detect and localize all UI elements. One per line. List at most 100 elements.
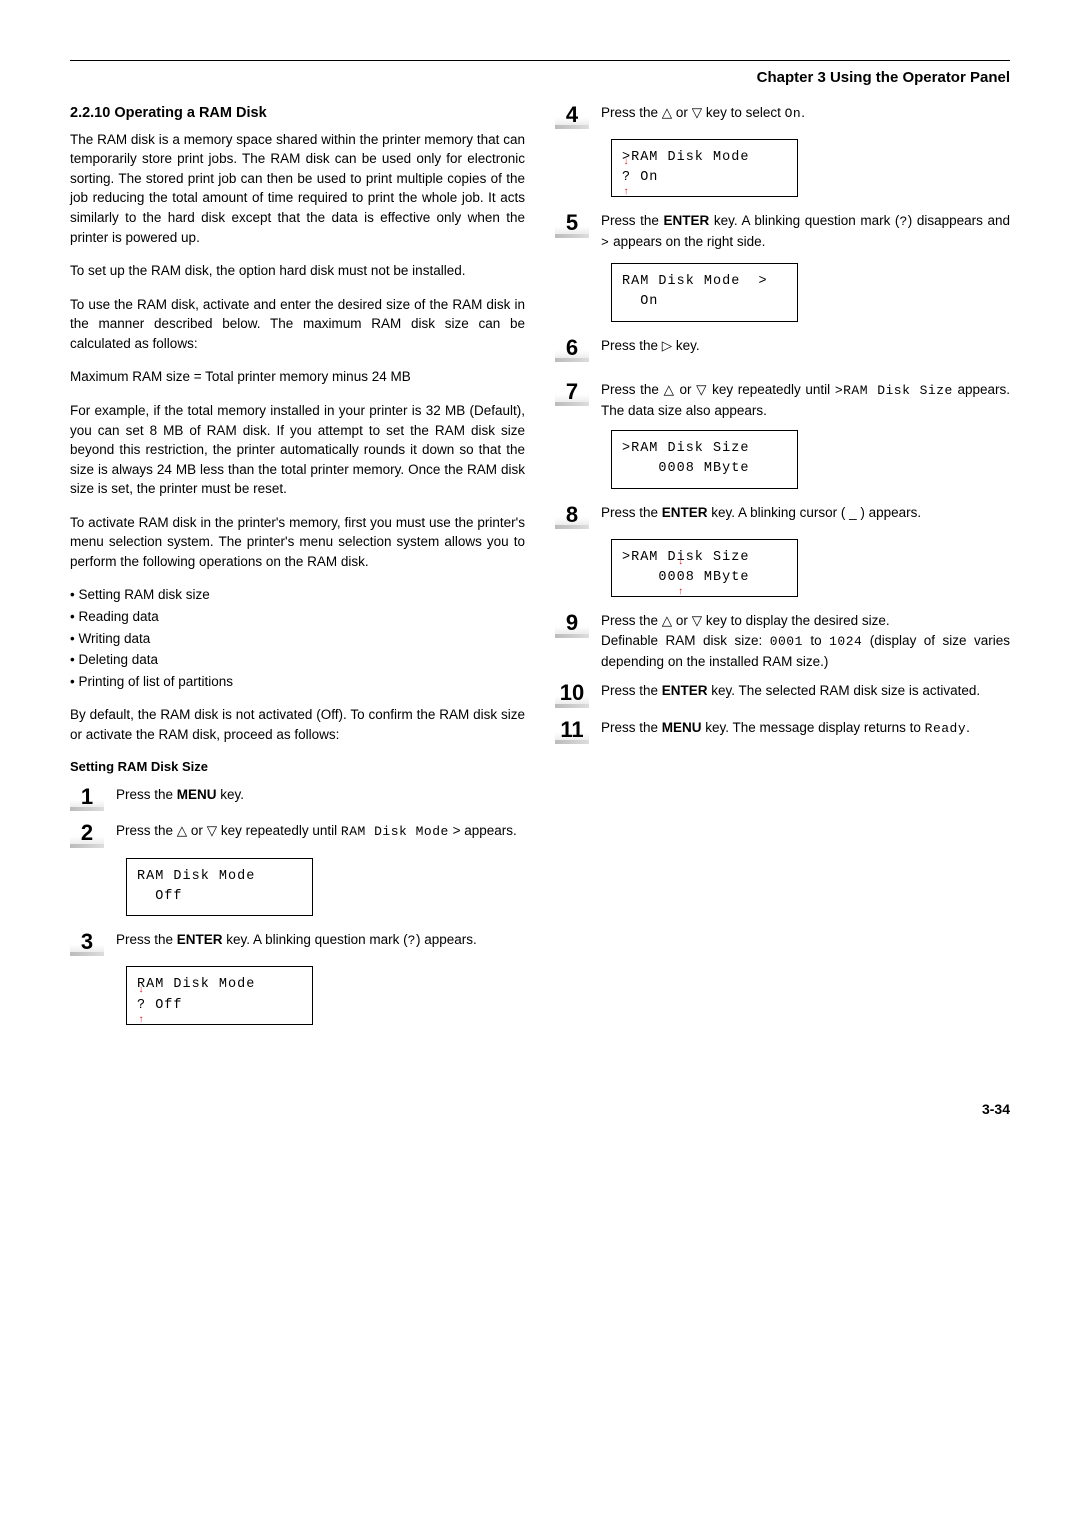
step-text: Press the △ or ▽ key to display the desi… <box>601 611 1010 671</box>
step-11: 11 Press the MENU key. The message displ… <box>555 718 1010 744</box>
para-1: The RAM disk is a memory space shared wi… <box>70 130 525 247</box>
t: key repeatedly until <box>217 823 341 838</box>
t: Press the <box>601 683 662 698</box>
step-text: Press the △ or ▽ key repeatedly until >R… <box>601 380 1010 420</box>
left-column: 2.2.10 Operating a RAM Disk The RAM disk… <box>70 103 525 1039</box>
lcd-display: >RAM Disk Mode ↓?↑ On <box>611 139 798 198</box>
right-column: 4 Press the △ or ▽ key to select On. >RA… <box>555 103 1010 1039</box>
down-triangle-icon: ▽ <box>692 105 702 120</box>
lcd-display: >RAM Disk Size 0008 MByte <box>611 430 798 489</box>
t: key repeatedly until <box>707 382 834 397</box>
step-text: Press the MENU key. The message display … <box>601 718 1010 739</box>
mono: On <box>785 106 802 121</box>
step-text: Press the ▷ key. <box>601 336 1010 356</box>
step-number: 6 <box>555 336 589 362</box>
blink-cursor: ↓?↑ <box>137 996 146 1016</box>
bullet-item: Reading data <box>70 607 525 627</box>
blink-arrow-icon: ↓ <box>138 986 145 996</box>
t: Press the <box>601 338 662 353</box>
up-triangle-icon: △ <box>664 382 675 397</box>
t: Press the <box>601 382 664 397</box>
t: Press the <box>116 787 177 802</box>
step-6: 6 Press the ▷ key. <box>555 336 1010 362</box>
lcd-line: 0008 MByte <box>622 461 749 476</box>
up-triangle-icon: △ <box>662 613 672 628</box>
lcd-display: RAM Disk Mode ↓?↑ Off <box>126 966 313 1025</box>
t: Press the <box>601 105 662 120</box>
t: key. A blinking cursor ( _ ) appears. <box>708 505 922 520</box>
lcd-line: >RAM Disk Mode <box>622 150 749 165</box>
up-triangle-icon: △ <box>662 105 672 120</box>
step-3: 3 Press the ENTER key. A blinking questi… <box>70 930 525 956</box>
enter-key: ENTER <box>662 683 708 698</box>
lcd-q: ? <box>622 170 631 185</box>
lcd-line: RAM Disk Mode > <box>622 274 768 289</box>
enter-key: ENTER <box>663 213 709 228</box>
right-triangle-icon: ▷ <box>662 338 672 353</box>
blink-cursor: ↓0↑ <box>677 568 686 588</box>
t: Press the <box>116 823 177 838</box>
step-number: 3 <box>70 930 104 956</box>
section-title: Operating a RAM Disk <box>114 105 266 121</box>
chapter-title: Chapter 3 Using the Operator Panel <box>70 67 1010 89</box>
step-number: 11 <box>555 718 589 744</box>
t: Definable RAM disk size: <box>601 633 770 648</box>
step-number: 5 <box>555 211 589 237</box>
bullet-item: Writing data <box>70 629 525 649</box>
t: Press the <box>601 613 662 628</box>
step-number: 4 <box>555 103 589 129</box>
t: key. A blinking question mark ( <box>223 932 408 947</box>
t: or <box>187 823 207 838</box>
t: or <box>672 105 692 120</box>
t: . <box>966 720 970 735</box>
step-5: 5 Press the ENTER key. A blinking questi… <box>555 211 1010 253</box>
t: key. The message display returns to <box>702 720 925 735</box>
page-number: 3-34 <box>70 1099 1010 1119</box>
header-rule <box>70 60 1010 61</box>
step-4: 4 Press the △ or ▽ key to select On. <box>555 103 1010 129</box>
t: to <box>803 633 829 648</box>
blink-arrow-icon: ↑ <box>138 1016 145 1026</box>
blink-arrow-icon: ↓ <box>678 558 685 568</box>
step-text: Press the ENTER key. The selected RAM di… <box>601 681 1010 701</box>
blink-arrow-icon: ↑ <box>623 188 630 198</box>
lcd-display: RAM Disk Mode Off <box>126 858 313 917</box>
lcd-line: Off <box>137 889 183 904</box>
blink-cursor: ↓?↑ <box>622 168 631 188</box>
t: key. <box>672 338 700 353</box>
t: Press the <box>601 505 662 520</box>
para-4: Maximum RAM size = Total printer memory … <box>70 367 525 387</box>
step-number: 7 <box>555 380 589 406</box>
bullet-list: Setting RAM disk size Reading data Writi… <box>70 585 525 691</box>
step-text: Press the ENTER key. A blinking question… <box>601 211 1010 253</box>
mono: RAM Disk Mode <box>341 824 449 839</box>
lcd-line: Off <box>146 998 182 1013</box>
lcd-line: RAM Disk Mode <box>137 869 255 884</box>
down-triangle-icon: ▽ <box>207 823 217 838</box>
t: Press the <box>116 932 177 947</box>
step-7: 7 Press the △ or ▽ key repeatedly until … <box>555 380 1010 420</box>
mono: >RAM Disk Size <box>835 383 953 398</box>
para-7: By default, the RAM disk is not activate… <box>70 705 525 744</box>
step-text: Press the △ or ▽ key to select On. <box>601 103 1010 124</box>
bullet-item: Deleting data <box>70 650 525 670</box>
section-heading: 2.2.10 Operating a RAM Disk <box>70 103 525 124</box>
step-text: Press the ENTER key. A blinking cursor (… <box>601 503 1010 523</box>
sub-heading: Setting RAM Disk Size <box>70 758 525 777</box>
lcd-display: >RAM Disk Size 00↓0↑8 MByte <box>611 539 798 598</box>
step-number: 8 <box>555 503 589 529</box>
blink-arrow-icon: ↓ <box>623 158 630 168</box>
step-number: 2 <box>70 821 104 847</box>
lcd-line: >RAM Disk Size <box>622 550 749 565</box>
t: appears on the right side. <box>609 234 765 249</box>
step-1: 1 Press the MENU key. <box>70 785 525 811</box>
mono: ? <box>899 214 907 229</box>
t: key. The selected RAM disk size is activ… <box>708 683 981 698</box>
t: key to display the desired size. <box>702 613 890 628</box>
lcd-blink-char: 0 <box>677 570 686 585</box>
section-number: 2.2.10 <box>70 105 110 121</box>
step-text: Press the △ or ▽ key repeatedly until RA… <box>116 821 525 842</box>
step-text: Press the MENU key. <box>116 785 525 805</box>
t: ) disappears and <box>908 213 1010 228</box>
step-number: 10 <box>555 681 589 707</box>
